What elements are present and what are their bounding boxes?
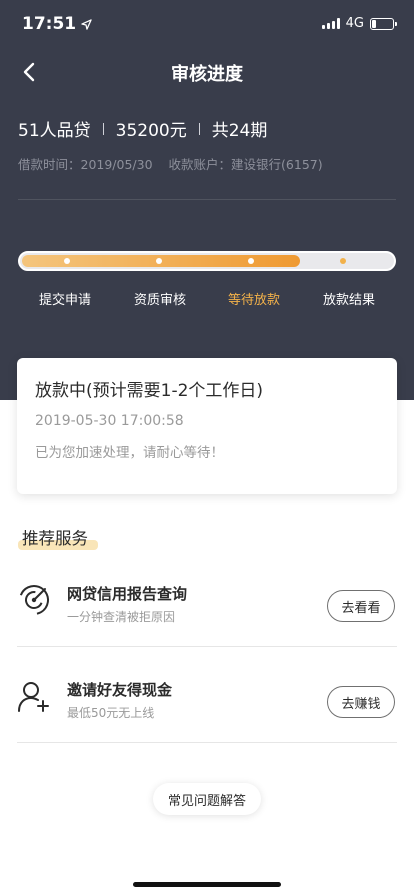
- loan-product: 51人品贷: [18, 121, 91, 141]
- loan-summary: 51人品贷 35200元 共24期: [18, 116, 267, 141]
- service-item-credit-report[interactable]: 网贷信用报告查询 一分钟查清被拒原因 去看看: [17, 551, 397, 647]
- progress-dot-2: [156, 258, 162, 264]
- radar-icon: [19, 585, 49, 615]
- status-note: 已为您加速处理，请耐心等待！: [35, 445, 224, 461]
- loan-date: 借款时间：2019/05/30: [18, 157, 153, 172]
- view-button[interactable]: 去看看: [327, 590, 395, 622]
- header-divider: [18, 199, 396, 200]
- step-review: 资质审核: [133, 293, 186, 308]
- status-indicators: 4G: [321, 16, 397, 31]
- progress-dot-1: [64, 258, 70, 264]
- service-subtitle: 一分钟查清被拒原因: [67, 610, 176, 624]
- service-item-invite[interactable]: 邀请好友得现金 最低50元无上线 去赚钱: [17, 647, 397, 743]
- page-title: 审核进度: [171, 64, 243, 85]
- signal-icon: [321, 18, 340, 29]
- service-subtitle: 最低50元无上线: [67, 706, 155, 720]
- earn-button[interactable]: 去赚钱: [327, 686, 395, 718]
- network-type: 4G: [345, 16, 364, 31]
- home-indicator: [133, 882, 281, 887]
- status-title: 放款中(预计需要1-2个工作日): [35, 381, 264, 401]
- loan-terms: 共24期: [211, 121, 268, 141]
- faq-button[interactable]: 常见问题解答: [153, 783, 261, 815]
- progress-dot-3: [248, 258, 254, 264]
- status-bar: 17:51 4G: [0, 0, 414, 50]
- progress-dot-4: [340, 258, 346, 264]
- step-submit: 提交申请: [38, 293, 91, 308]
- loan-meta: 借款时间：2019/05/30 收款账户：建设银行(6157): [18, 154, 323, 173]
- divider: [102, 122, 104, 135]
- status-time: 2019-05-30 17:00:58: [35, 413, 184, 429]
- section-title: 推荐服务: [22, 529, 88, 548]
- location-arrow-icon: [81, 18, 92, 30]
- step-result: 放款结果: [322, 293, 375, 308]
- progress-steps: 提交申请 资质审核 等待放款 放款结果: [0, 289, 414, 309]
- status-time-group: 17:51: [22, 14, 92, 34]
- divider: [198, 122, 200, 135]
- status-time: 17:51: [22, 14, 77, 34]
- row-divider: [17, 742, 397, 743]
- loan-account: 收款账户：建设银行(6157): [168, 157, 323, 172]
- service-title: 邀请好友得现金: [67, 681, 173, 699]
- progress-track: [18, 251, 396, 271]
- loan-amount: 35200元: [115, 121, 187, 141]
- service-title: 网贷信用报告查询: [67, 585, 188, 603]
- status-card: 放款中(预计需要1-2个工作日) 2019-05-30 17:00:58 已为您…: [17, 358, 397, 494]
- battery-icon: [370, 17, 397, 30]
- add-user-icon: [18, 682, 49, 712]
- step-waiting: 等待放款: [227, 293, 280, 308]
- nav-bar: 审核进度: [0, 50, 414, 94]
